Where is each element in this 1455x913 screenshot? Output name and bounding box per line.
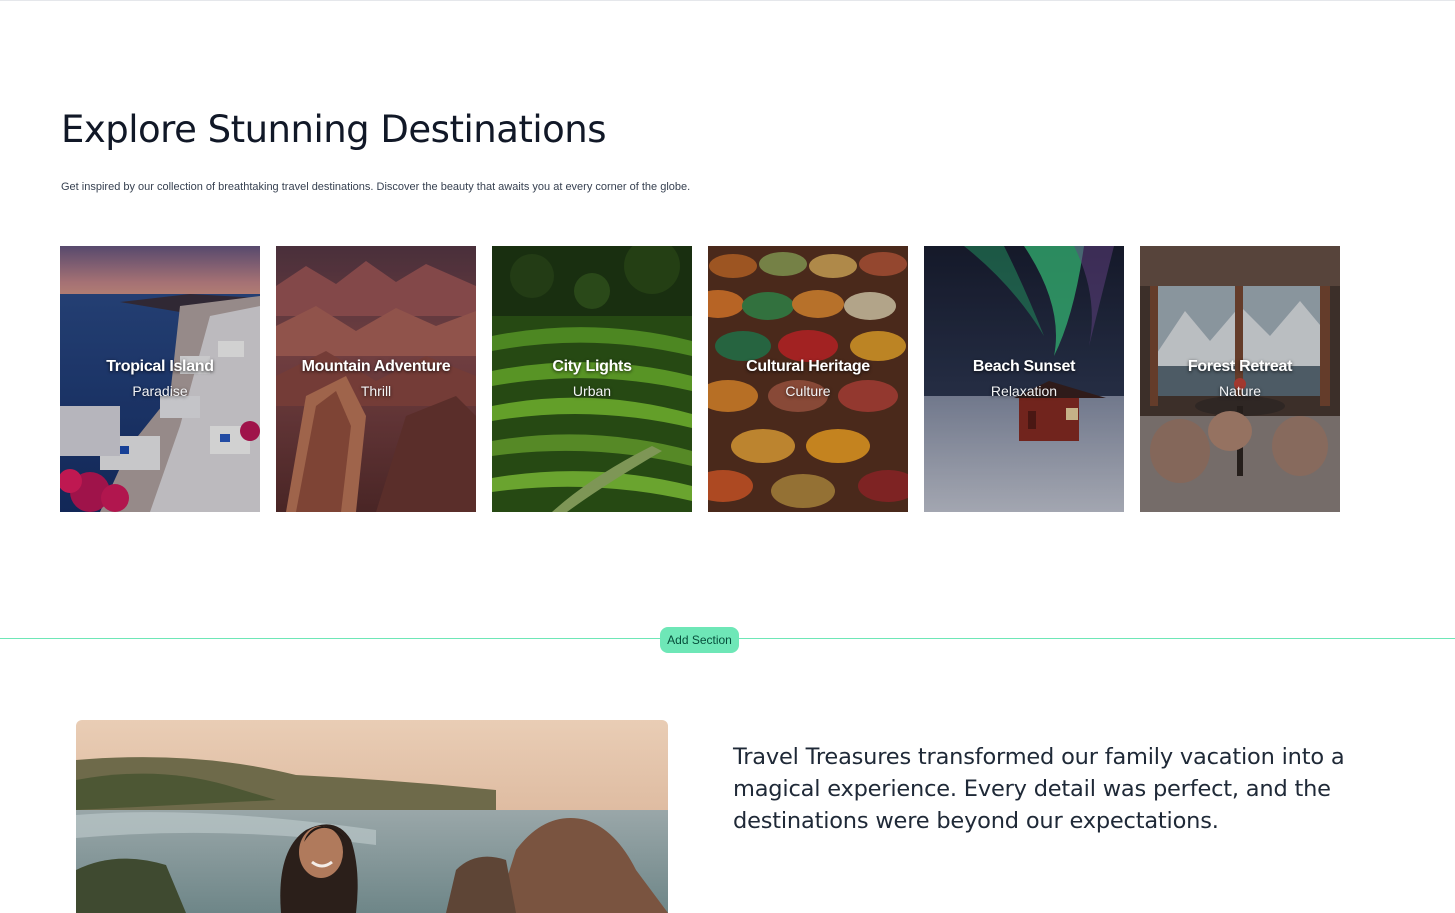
destination-card-cultural-heritage[interactable]: Cultural Heritage Culture	[708, 246, 908, 512]
page-title: Explore Stunning Destinations	[61, 108, 607, 151]
card-tag: Urban	[572, 383, 612, 399]
testimonial-quote: Travel Treasures transformed our family …	[733, 744, 1345, 834]
card-tag: Nature	[1218, 383, 1262, 399]
card-title: Cultural Heritage	[746, 358, 870, 375]
card-title: Beach Sunset	[972, 358, 1076, 375]
card-title: Forest Retreat	[1187, 358, 1293, 375]
destination-card-tropical-island[interactable]: Tropical Island Paradise	[60, 246, 260, 512]
top-divider	[0, 0, 1455, 1]
destination-card-mountain-adventure[interactable]: Mountain Adventure Thrill	[276, 246, 476, 512]
testimonial-image	[76, 720, 668, 913]
destination-gallery: Tropical Island Paradise Mountain Advent…	[60, 246, 1340, 512]
card-tag: Culture	[785, 383, 831, 399]
card-title: Mountain Adventure	[301, 358, 451, 375]
destination-card-forest-retreat[interactable]: Forest Retreat Nature	[1140, 246, 1340, 512]
destination-card-city-lights[interactable]: City Lights Urban	[492, 246, 692, 512]
card-tag: Paradise	[132, 383, 188, 399]
card-title: Tropical Island	[106, 358, 214, 375]
destination-card-beach-sunset[interactable]: Beach Sunset Relaxation	[924, 246, 1124, 512]
card-tag: Thrill	[360, 383, 392, 399]
add-section-button[interactable]: Add Section	[660, 627, 739, 653]
page-subtitle: Get inspired by our collection of breath…	[61, 181, 691, 193]
card-tag: Relaxation	[990, 383, 1058, 399]
card-title: City Lights	[552, 358, 632, 375]
